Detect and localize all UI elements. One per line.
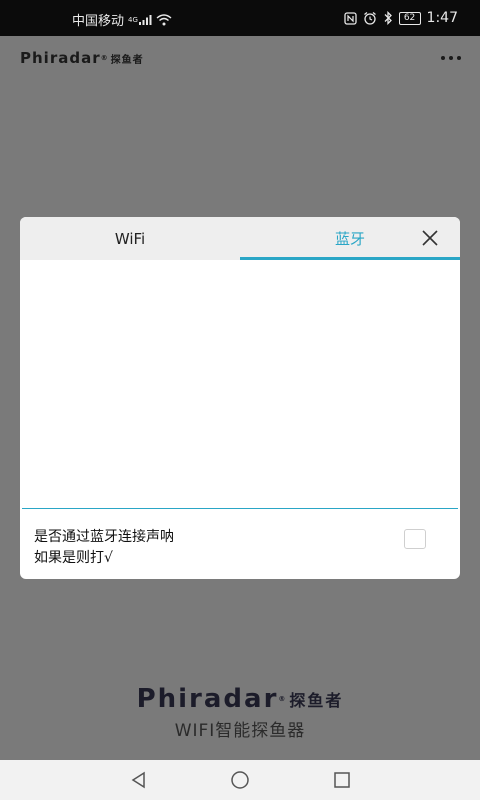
bluetooth-connect-checkbox[interactable] (404, 529, 426, 549)
footer-logo: Phiradar ® 探鱼者 (0, 684, 480, 714)
bluetooth-device-list[interactable] (20, 260, 460, 509)
nfc-icon (343, 11, 357, 25)
wifi-icon (156, 13, 172, 26)
connection-tabs: WiFi 蓝牙 (20, 217, 460, 260)
network-type: 4G (128, 15, 138, 24)
connection-dialog: WiFi 蓝牙 是否通过蓝牙连接声呐 如果是则打√ (20, 217, 460, 579)
bluetooth-connect-prompt: 是否通过蓝牙连接声呐 如果是则打√ (34, 527, 364, 569)
home-circle-icon (231, 771, 249, 789)
system-nav-bar (0, 760, 480, 800)
registered-mark: ® (100, 54, 109, 62)
registered-mark: ® (278, 695, 288, 703)
more-options-button[interactable] (436, 48, 466, 68)
more-horizontal-icon (441, 56, 445, 60)
battery-indicator: 62 (398, 11, 421, 25)
signal-icon: 4G (128, 14, 152, 25)
more-dot (457, 56, 461, 60)
footer-logo-text: Phiradar (136, 684, 279, 714)
app-header: Phiradar ® 探鱼者 (0, 36, 480, 80)
product-tagline: WIFI智能探鱼器 (174, 721, 306, 741)
recent-square-icon (334, 772, 350, 788)
close-icon (422, 230, 438, 246)
list-divider (22, 508, 458, 509)
more-dot (449, 56, 453, 60)
header-logo: Phiradar ® 探鱼者 (20, 49, 144, 67)
bt-prompt-line1: 是否通过蓝牙连接声呐 (34, 529, 174, 545)
footer-branding: Phiradar ® 探鱼者 WIFI智能探鱼器 (0, 684, 480, 741)
bt-prompt-line2: 如果是则打√ (34, 550, 113, 566)
status-left: 中国移动 4G (72, 10, 172, 29)
status-right: 62 1:47 (343, 10, 458, 26)
back-triangle-icon (131, 771, 145, 789)
carrier-name: 中国移动 (72, 14, 125, 29)
tab-wifi[interactable]: WiFi (20, 217, 240, 260)
home-button[interactable] (227, 768, 253, 792)
back-button[interactable] (126, 768, 152, 792)
header-logo-cn: 探鱼者 (110, 54, 144, 66)
clock: 1:47 (426, 10, 458, 26)
recents-button[interactable] (329, 768, 355, 792)
alarm-icon (363, 11, 377, 25)
bluetooth-icon (383, 11, 393, 25)
header-logo-text: Phiradar (20, 49, 101, 67)
close-button[interactable] (418, 226, 442, 250)
status-bar: 中国移动 4G 62 1:47 (0, 0, 480, 36)
footer-logo-cn: 探鱼者 (289, 691, 344, 710)
